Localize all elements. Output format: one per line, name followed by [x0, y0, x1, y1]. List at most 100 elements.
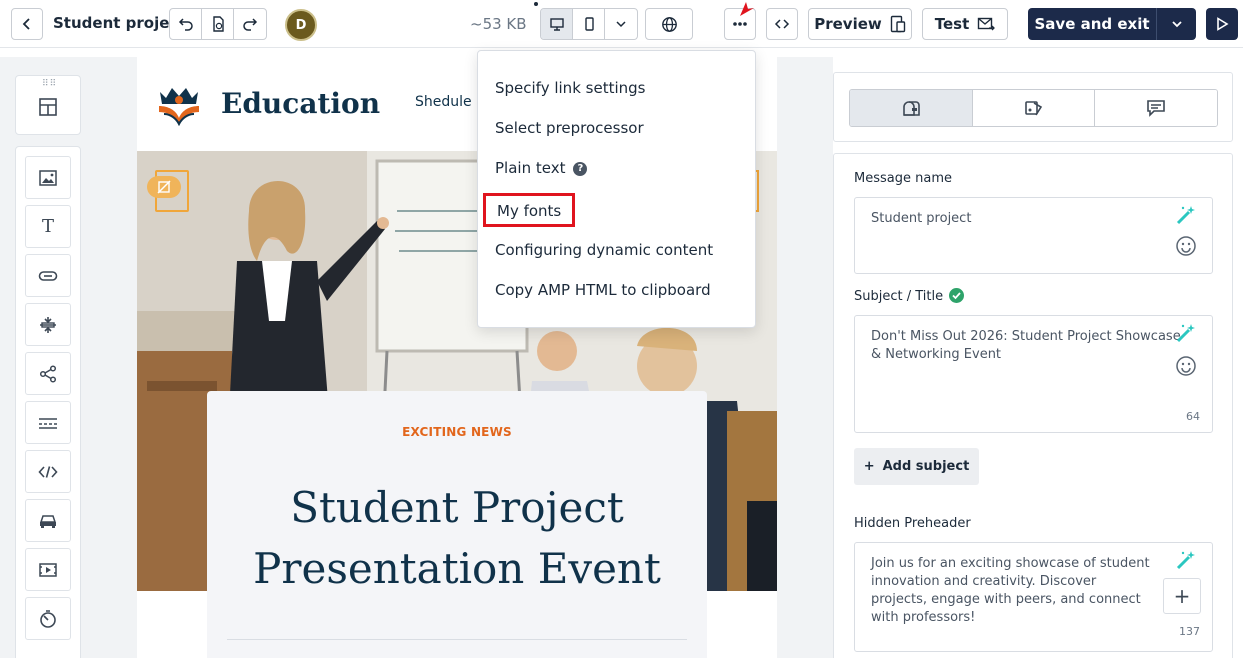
menu-block-tool[interactable]: [25, 401, 71, 444]
tab-appearance[interactable]: [972, 90, 1096, 126]
mobile-view-button[interactable]: [573, 9, 605, 39]
desktop-icon: [549, 18, 564, 31]
test-button[interactable]: Test: [922, 8, 1008, 40]
preheader-field[interactable]: Join us for an exciting showcase of stud…: [854, 542, 1213, 652]
subject-field[interactable]: Don't Miss Out 2026: Student Project Sho…: [854, 315, 1213, 433]
test-label: Test: [934, 15, 970, 33]
add-subject-button[interactable]: + Add subject: [854, 448, 979, 485]
indicator-dot: [534, 2, 538, 6]
education-logo-icon: [159, 88, 199, 126]
emoji-icon[interactable]: [1175, 355, 1197, 377]
preview-button[interactable]: Preview: [808, 8, 912, 40]
help-icon[interactable]: ?: [573, 161, 588, 176]
save-and-exit-button[interactable]: Save and exit: [1028, 8, 1196, 40]
timer-icon: [40, 609, 56, 628]
magic-wand-icon[interactable]: [1175, 205, 1197, 225]
subject-label-row: Subject / Title: [854, 288, 965, 304]
html-code-icon: [38, 465, 58, 478]
history-group: [169, 8, 267, 40]
desktop-view-button[interactable]: [541, 9, 573, 39]
device-switcher: [540, 8, 638, 40]
version-history-button[interactable]: [202, 9, 234, 39]
message-name-field[interactable]: Student project: [854, 197, 1213, 274]
headline-card: EXCITING NEWS Student Project Presentati…: [207, 391, 707, 658]
menu-item-copy-amp[interactable]: Copy AMP HTML to clipboard: [495, 279, 711, 301]
timer-block-tool[interactable]: [25, 597, 71, 640]
button-block-tool[interactable]: [25, 254, 71, 297]
undo-button[interactable]: [170, 9, 202, 39]
subject-char-counter: 64: [1186, 410, 1200, 423]
chevron-down-icon: [1171, 21, 1182, 28]
tab-comments[interactable]: [1095, 90, 1217, 126]
html-block-tool[interactable]: [25, 450, 71, 493]
subject-value[interactable]: Don't Miss Out 2026: Student Project Sho…: [871, 328, 1181, 364]
message-name-label: Message name: [854, 171, 952, 186]
mailbox-icon: [903, 101, 920, 116]
redo-button[interactable]: [234, 9, 266, 39]
menu-item-dynamic-content[interactable]: Configuring dynamic content: [495, 239, 713, 261]
magic-wand-icon[interactable]: [1175, 550, 1197, 570]
spacer-icon: [40, 316, 56, 333]
message-name-value[interactable]: Student project: [871, 210, 1171, 228]
structures-button[interactable]: ⠿⠿: [15, 75, 81, 135]
drag-handle-icon[interactable]: ⠿⠿: [42, 79, 57, 89]
menu-lines-icon: [39, 417, 57, 429]
image-icon: [39, 169, 57, 186]
send-mail-icon: [978, 17, 996, 31]
headline: Student Project Presentation Event: [253, 483, 661, 593]
eye-off-icon: [147, 176, 181, 198]
back-button[interactable]: [11, 8, 43, 40]
language-button[interactable]: [645, 8, 693, 40]
more-options-menu: Specify link settings Select preprocesso…: [477, 50, 756, 328]
preview-label: Preview: [814, 15, 882, 33]
layout-icon: [39, 98, 57, 116]
menu-item-plain-text[interactable]: Plain text?: [495, 157, 588, 179]
pointer-arrow-icon: [740, 2, 754, 16]
video-block-tool[interactable]: [25, 548, 71, 591]
insert-variable-button[interactable]: +: [1163, 578, 1201, 614]
spacer-block-tool[interactable]: [25, 303, 71, 346]
canvas-gutter: [777, 57, 833, 658]
kicker-text: EXCITING NEWS: [402, 425, 512, 439]
user-avatar[interactable]: D: [285, 9, 317, 41]
menu-item-preprocessor[interactable]: Select preprocessor: [495, 117, 644, 139]
menu-item-my-fonts[interactable]: My fonts: [483, 193, 576, 227]
settings-tabs: [849, 89, 1218, 127]
product-block-tool[interactable]: [25, 499, 71, 542]
nav-link-schedule[interactable]: Shedule: [415, 94, 472, 110]
tab-message-settings[interactable]: [850, 90, 973, 126]
top-toolbar: Student project D ~53 KB Preview Test Sa…: [0, 0, 1243, 48]
device-dropdown-button[interactable]: [605, 9, 637, 39]
preview-devices-icon: [890, 15, 905, 33]
preheader-value[interactable]: Join us for an exciting showcase of stud…: [871, 555, 1151, 627]
code-view-button[interactable]: [766, 8, 798, 40]
plus-icon: +: [863, 459, 875, 474]
more-dots-icon: [733, 22, 747, 26]
text-block-tool[interactable]: T: [25, 205, 71, 248]
run-button[interactable]: [1206, 8, 1238, 40]
preheader-char-counter: 137: [1179, 625, 1200, 638]
hidden-block-marker[interactable]: [147, 170, 189, 212]
preheader-label: Hidden Preheader: [854, 516, 971, 531]
save-dropdown-button[interactable]: [1157, 8, 1196, 40]
comment-icon: [1147, 100, 1165, 117]
paint-palette-icon: [1024, 101, 1042, 116]
share-icon: [39, 364, 57, 383]
subject-label: Subject / Title: [854, 289, 944, 304]
redo-icon: [243, 18, 258, 31]
emoji-icon[interactable]: [1175, 235, 1197, 257]
social-block-tool[interactable]: [25, 352, 71, 395]
image-block-tool[interactable]: [25, 156, 71, 199]
text-icon: T: [41, 216, 54, 237]
menu-item-link-settings[interactable]: Specify link settings: [495, 77, 645, 99]
save-label[interactable]: Save and exit: [1028, 8, 1157, 40]
check-circle-icon: [949, 288, 965, 303]
magic-wand-icon[interactable]: [1175, 323, 1197, 343]
block-tools: T: [15, 146, 81, 658]
code-icon: [774, 19, 790, 29]
chevron-left-icon: [22, 18, 30, 30]
project-title: Student project: [53, 14, 186, 32]
globe-icon: [661, 16, 677, 32]
chevron-down-icon: [616, 21, 626, 28]
plus-icon: +: [1173, 584, 1191, 608]
